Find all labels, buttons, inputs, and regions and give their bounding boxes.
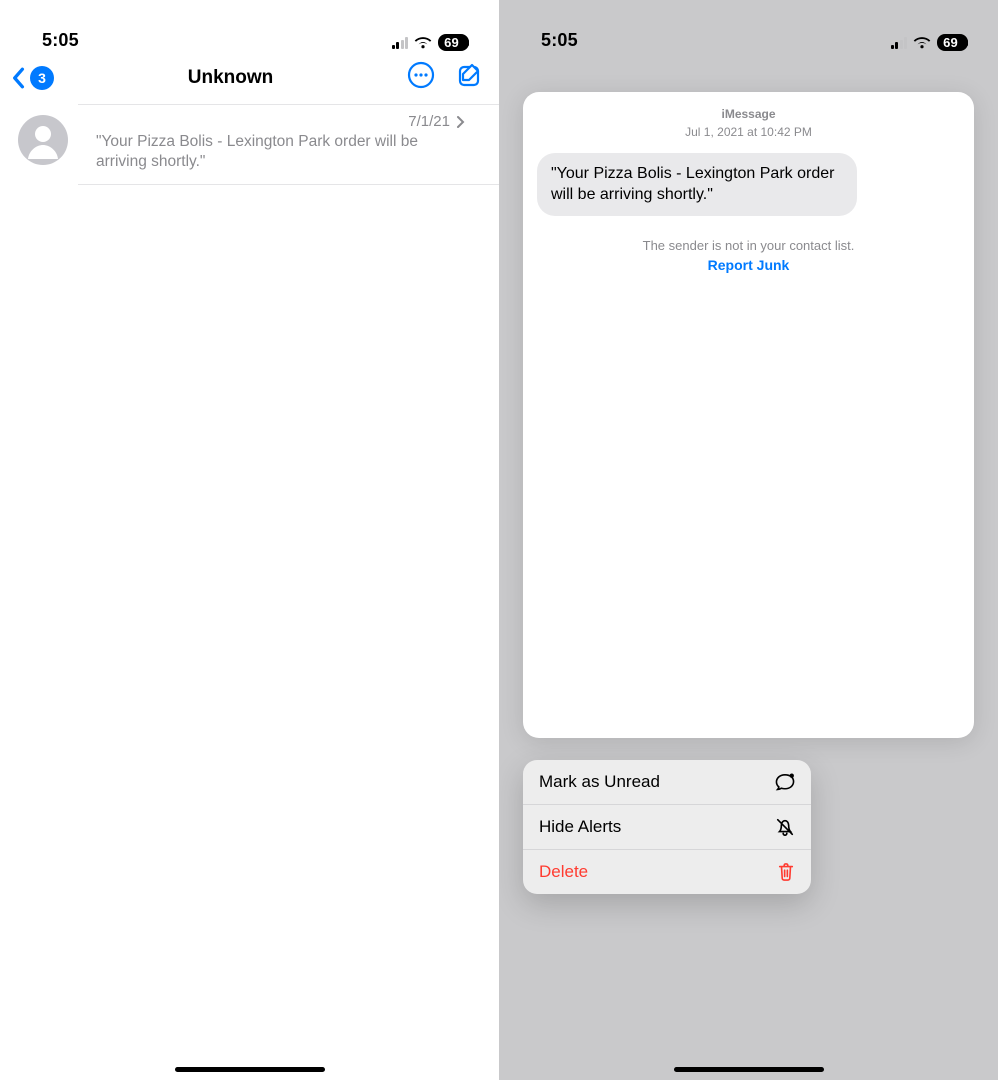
nav-actions [407, 61, 483, 94]
not-in-contacts-text: The sender is not in your contact list. [537, 238, 960, 253]
menu-label: Hide Alerts [539, 817, 621, 837]
status-indicators: 69 [891, 34, 968, 51]
context-preview-pane: 5:05 69 iMessage Jul 1, 2021 at 10:42 PM… [499, 0, 998, 1080]
battery-pct: 69 [444, 36, 459, 49]
compose-icon [457, 62, 483, 88]
chevron-left-icon [10, 67, 26, 89]
menu-delete[interactable]: Delete [523, 849, 811, 894]
bell-slash-icon [775, 817, 795, 837]
context-menu: Mark as Unread Hide Alerts Delete [523, 760, 811, 894]
more-button[interactable] [407, 61, 435, 94]
home-indicator[interactable] [175, 1067, 325, 1072]
status-bar: 5:05 69 [0, 0, 499, 55]
nav-bar: 3 Unknown [0, 55, 499, 104]
conversation-list: 7/1/21 "Your Pizza Bolis - Lexington Par… [0, 104, 499, 185]
status-indicators: 69 [392, 34, 469, 51]
cellular-icon [392, 37, 409, 49]
conversation-row[interactable]: 7/1/21 "Your Pizza Bolis - Lexington Par… [78, 104, 499, 185]
battery-icon: 69 [438, 34, 469, 51]
menu-label: Mark as Unread [539, 772, 660, 792]
messages-list-pane: 5:05 69 3 Unknown [0, 0, 499, 1080]
preview-date-header: iMessage Jul 1, 2021 at 10:42 PM [537, 106, 960, 141]
unread-badge: 3 [30, 66, 54, 90]
person-icon [22, 119, 64, 161]
wifi-icon [414, 36, 432, 49]
menu-label: Delete [539, 862, 588, 882]
conversation-date: 7/1/21 [408, 113, 450, 130]
compose-button[interactable] [457, 62, 483, 93]
wifi-icon [913, 36, 931, 49]
conversation-preview: "Your Pizza Bolis - Lexington Park order… [96, 130, 465, 172]
conversation-preview-card[interactable]: iMessage Jul 1, 2021 at 10:42 PM "Your P… [523, 92, 974, 738]
message-bubble: "Your Pizza Bolis - Lexington Park order… [537, 153, 857, 216]
chevron-right-icon [456, 115, 465, 129]
menu-hide-alerts[interactable]: Hide Alerts [523, 804, 811, 849]
preview-service: iMessage [537, 106, 960, 123]
report-junk-link[interactable]: Report Junk [708, 257, 790, 273]
status-time: 5:05 [42, 30, 79, 51]
preview-datetime: Jul 1, 2021 at 10:42 PM [537, 124, 960, 141]
unread-icon [775, 773, 795, 791]
status-bar: 5:05 69 [499, 0, 998, 55]
home-indicator[interactable] [674, 1067, 824, 1072]
page-title: Unknown [188, 67, 274, 89]
menu-mark-unread[interactable]: Mark as Unread [523, 760, 811, 804]
trash-icon [777, 862, 795, 882]
ellipsis-circle-icon [407, 61, 435, 89]
status-time: 5:05 [541, 30, 578, 51]
battery-icon: 69 [937, 34, 968, 51]
battery-pct: 69 [943, 36, 958, 49]
avatar [18, 115, 68, 165]
cellular-icon [891, 37, 908, 49]
junk-block: The sender is not in your contact list. … [537, 238, 960, 275]
back-button[interactable]: 3 [10, 66, 54, 90]
